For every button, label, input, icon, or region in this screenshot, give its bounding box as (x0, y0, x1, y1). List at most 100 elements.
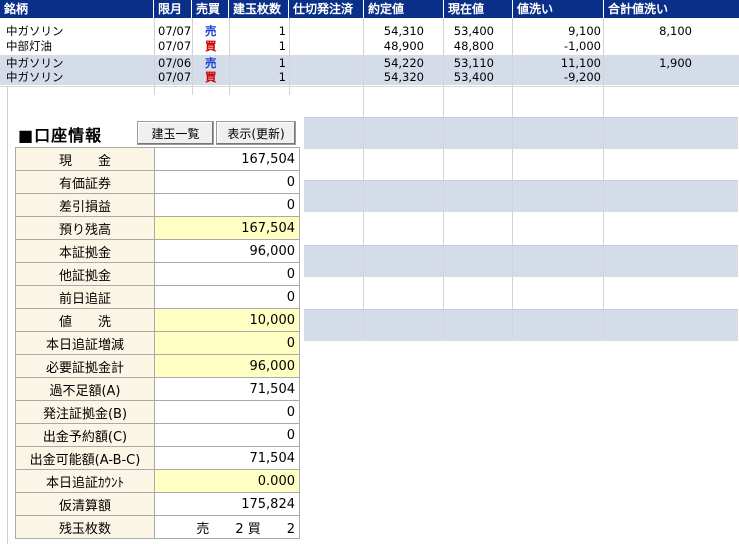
cell-mtm: -1,000 (563, 39, 601, 53)
grid-stripe (304, 117, 738, 149)
account-value: 0 (154, 262, 300, 286)
col-header-name[interactable]: 銘柄 (0, 0, 154, 18)
account-value: 0 (154, 193, 300, 217)
cell-side: 売 (205, 24, 217, 38)
cell-fill: 48,900 (383, 39, 424, 53)
cell-fill: 54,220 (383, 56, 424, 70)
col-header-month[interactable]: 限月 (154, 0, 192, 18)
cell-qty: 1 (278, 39, 286, 53)
positions-header: 銘柄 限月 売買 建玉枚数 仕切発注済 約定値 現在値 値洗い 合計値洗い (0, 0, 739, 18)
grid-stripe (304, 245, 738, 277)
account-row: 本日追証増減 0 (15, 331, 300, 355)
grid-stripe (304, 309, 738, 341)
account-row: 差引損益 0 (15, 193, 300, 217)
cell-month: 07/07 (158, 24, 192, 38)
cell-month: 07/07 (158, 39, 192, 53)
account-row: 過不足額(A) 71,504 (15, 377, 300, 401)
col-header-fill[interactable]: 約定値 (364, 0, 444, 18)
account-table: 現 金 167,504 有価証券 0 差引損益 0 預り残高 167,504 本証拠金 96,00… (15, 147, 300, 539)
col-header-current[interactable]: 現在値 (444, 0, 513, 18)
cell-qty: 1 (278, 70, 286, 84)
account-value: 0 (154, 423, 300, 447)
account-label: 他証拠金 (15, 262, 155, 286)
account-value: 175,824 (154, 492, 300, 516)
account-label: 現 金 (15, 147, 155, 171)
table-row[interactable]: 中部灯油 07/07 買 1 48,900 48,800 -1,000 (0, 39, 739, 54)
account-row: 出金可能額(A-B-C) 71,504 (15, 446, 300, 470)
account-value: 0 (154, 331, 300, 355)
account-value: 0 (154, 285, 300, 309)
cell-current: 48,800 (453, 39, 494, 53)
table-row[interactable]: 中ガソリン 07/07 買 1 54,320 53,400 -9,200 (0, 70, 739, 85)
grid-stripe (304, 180, 738, 212)
account-label: 本証拠金 (15, 239, 155, 263)
cell-current: 53,110 (453, 56, 494, 70)
cell-side: 買 (205, 70, 217, 84)
account-row: 有価証券 0 (15, 170, 300, 194)
account-label: 出金可能額(A-B-C) (15, 446, 155, 470)
account-value: 167,504 (154, 216, 300, 240)
account-label: 本日追証増減 (15, 331, 155, 355)
panel-divider (7, 86, 8, 544)
col-header-qty[interactable]: 建玉枚数 (229, 0, 289, 18)
account-value: 0 (154, 170, 300, 194)
account-value: 96,000 (154, 354, 300, 378)
account-label: 前日追証 (15, 285, 155, 309)
account-row: 発注証拠金(B) 0 (15, 400, 300, 424)
account-label: 預り残高 (15, 216, 155, 240)
table-row[interactable]: 中ガソリン 07/07 売 1 54,310 53,400 9,100 8,10… (0, 24, 739, 39)
col-header-total[interactable]: 合計値洗い (604, 0, 739, 18)
account-row: 現 金 167,504 (15, 147, 300, 171)
account-label: 必要証拠金計 (15, 354, 155, 378)
account-value: 売 2 買 2 (154, 515, 300, 539)
cell-name: 中ガソリン (6, 70, 64, 84)
account-value: 71,504 (154, 377, 300, 401)
account-row: 本証拠金 96,000 (15, 239, 300, 263)
cell-mtm: 9,100 (568, 24, 601, 38)
account-value: 0 (154, 400, 300, 424)
cell-month: 07/06 (158, 56, 192, 70)
cell-qty: 1 (278, 56, 286, 70)
cell-current: 53,400 (453, 70, 494, 84)
cell-current: 53,400 (453, 24, 494, 38)
account-row: 預り残高 167,504 (15, 216, 300, 240)
cell-total: 1,900 (659, 56, 692, 70)
col-header-mtm[interactable]: 値洗い (513, 0, 604, 18)
account-label: 出金予約額(C) (15, 423, 155, 447)
cell-side: 買 (205, 39, 217, 53)
cell-fill: 54,320 (383, 70, 424, 84)
cell-fill: 54,310 (383, 24, 424, 38)
account-row: 仮清算額 175,824 (15, 492, 300, 516)
cell-total (604, 39, 692, 54)
cell-total: 8,100 (659, 24, 692, 38)
account-row: 必要証拠金計 96,000 (15, 354, 300, 378)
account-row: 他証拠金 0 (15, 262, 300, 286)
cell-name: 中ガソリン (6, 56, 64, 70)
account-value: 71,504 (154, 446, 300, 470)
cell-side: 売 (205, 56, 217, 70)
col-header-order[interactable]: 仕切発注済 (289, 0, 364, 18)
cell-name: 中部灯油 (6, 39, 52, 53)
cell-qty: 1 (278, 24, 286, 38)
account-label: 仮清算額 (15, 492, 155, 516)
account-title: ■口座情報 (18, 126, 103, 145)
positions-list-button[interactable]: 建玉一覧 (137, 121, 214, 145)
cell-total (604, 70, 692, 85)
account-label: 残玉枚数 (15, 515, 155, 539)
account-value: 0.000 (154, 469, 300, 493)
account-row: 値 洗 10,000 (15, 308, 300, 332)
cell-name: 中ガソリン (6, 24, 64, 38)
refresh-button[interactable]: 表示(更新) (216, 121, 296, 145)
col-header-side[interactable]: 売買 (192, 0, 229, 18)
cell-mtm: -9,200 (563, 70, 601, 84)
account-row: 前日追証 0 (15, 285, 300, 309)
table-row[interactable]: 中ガソリン 07/06 売 1 54,220 53,110 11,100 1,9… (0, 56, 739, 71)
account-row: 本日追証ｶｳﾝﾄ 0.000 (15, 469, 300, 493)
account-label: 差引損益 (15, 193, 155, 217)
account-label: 発注証拠金(B) (15, 400, 155, 424)
account-row: 残玉枚数売 2 買 2 (15, 515, 300, 539)
account-label: 有価証券 (15, 170, 155, 194)
account-value: 10,000 (154, 308, 300, 332)
account-value: 96,000 (154, 239, 300, 263)
account-label: 過不足額(A) (15, 377, 155, 401)
